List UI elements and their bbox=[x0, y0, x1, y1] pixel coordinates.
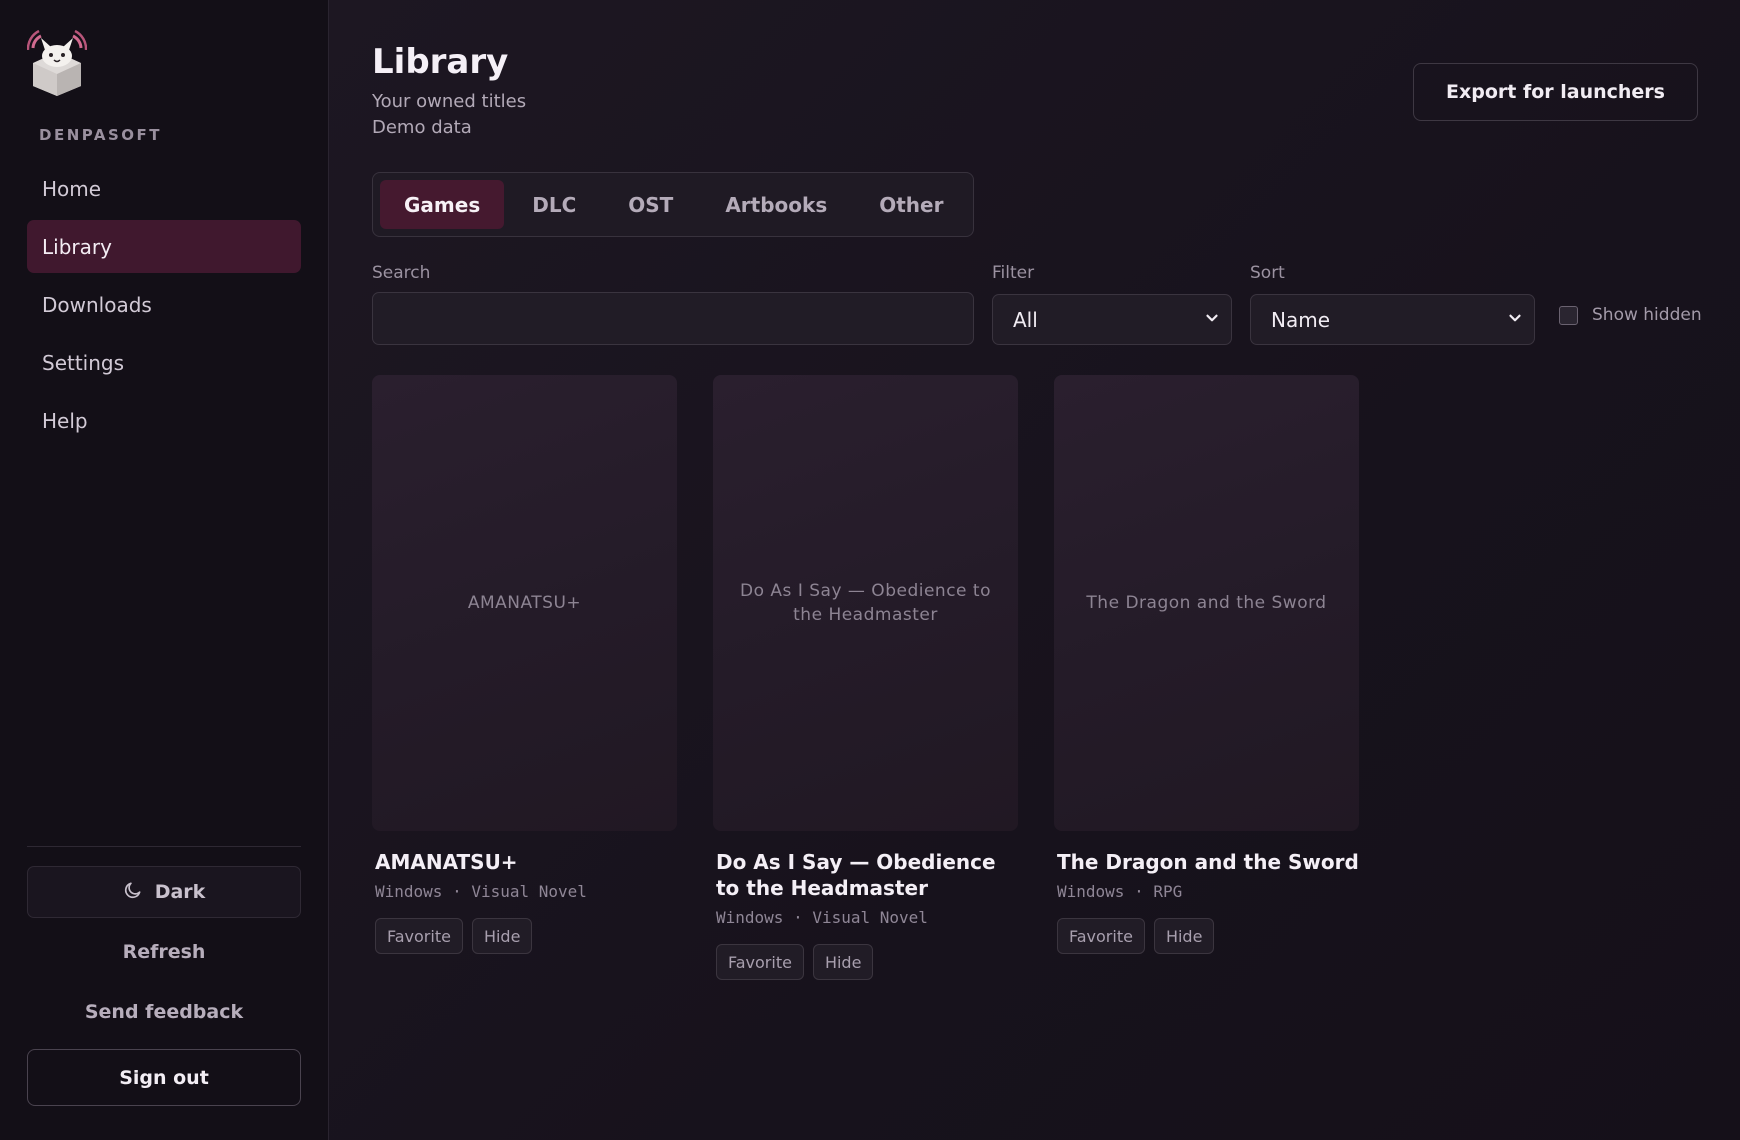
nav-item-help[interactable]: Help bbox=[27, 394, 301, 447]
game-title: AMANATSU+ bbox=[375, 850, 518, 874]
game-card: Do As I Say — Obedience to the Headmaste… bbox=[713, 375, 1018, 980]
theme-label: Dark bbox=[154, 881, 206, 903]
category-tabs: Games DLC OST Artbooks Other bbox=[372, 172, 974, 237]
filter-value: All bbox=[1013, 307, 1038, 332]
chevron-down-icon bbox=[1506, 308, 1524, 332]
main-content: Library Your owned titles Demo data Expo… bbox=[329, 0, 1740, 1140]
favorite-button[interactable]: Favorite bbox=[375, 918, 463, 954]
search-label: Search bbox=[372, 263, 431, 283]
search-input[interactable] bbox=[372, 292, 974, 345]
game-actions: Favorite Hide bbox=[716, 944, 1018, 980]
sign-out-button[interactable]: Sign out bbox=[27, 1049, 301, 1106]
tab-games[interactable]: Games bbox=[380, 180, 505, 229]
sort-select[interactable]: Name bbox=[1250, 294, 1535, 345]
game-actions: Favorite Hide bbox=[375, 918, 677, 954]
game-cover[interactable]: The Dragon and the Sword bbox=[1054, 375, 1359, 831]
game-meta: Windows · Visual Novel bbox=[375, 882, 587, 901]
game-meta: Windows · RPG bbox=[1057, 882, 1183, 901]
game-title: The Dragon and the Sword bbox=[1057, 850, 1359, 874]
tab-ost[interactable]: OST bbox=[604, 180, 697, 229]
moon-icon bbox=[123, 880, 143, 905]
tab-artbooks[interactable]: Artbooks bbox=[701, 180, 851, 229]
nav-item-library[interactable]: Library bbox=[27, 220, 301, 273]
chevron-down-icon bbox=[1203, 308, 1221, 332]
refresh-button[interactable]: Refresh bbox=[27, 932, 301, 972]
sort-value: Name bbox=[1271, 307, 1331, 332]
filter-select[interactable]: All bbox=[992, 294, 1232, 345]
game-grid: AMANATSU+ AMANATSU+ Windows · Visual Nov… bbox=[372, 375, 1359, 980]
favorite-button[interactable]: Favorite bbox=[1057, 918, 1145, 954]
sort-label: Sort bbox=[1250, 263, 1285, 283]
nav-item-home[interactable]: Home bbox=[27, 162, 301, 215]
sidebar-divider bbox=[27, 846, 301, 847]
game-title: Do As I Say — Obedience to the Headmaste… bbox=[716, 850, 996, 900]
hide-button[interactable]: Hide bbox=[812, 944, 874, 980]
denpasoft-logo-icon[interactable] bbox=[26, 29, 88, 96]
export-for-launchers-button[interactable]: Export for launchers bbox=[1413, 63, 1698, 121]
send-feedback-button[interactable]: Send feedback bbox=[27, 992, 301, 1032]
show-hidden-toggle[interactable]: Show hidden bbox=[1559, 305, 1702, 325]
game-card: The Dragon and the Sword The Dragon and … bbox=[1054, 375, 1359, 980]
sidebar: DENPASOFT Home Library Downloads Setting… bbox=[0, 0, 329, 1140]
favorite-button[interactable]: Favorite bbox=[716, 944, 804, 980]
hide-button[interactable]: Hide bbox=[1153, 918, 1215, 954]
show-hidden-checkbox[interactable] bbox=[1559, 305, 1578, 325]
demo-data-note: Demo data bbox=[372, 117, 472, 138]
theme-toggle-button[interactable]: Dark bbox=[27, 866, 301, 918]
filter-label: Filter bbox=[992, 263, 1035, 283]
tab-other[interactable]: Other bbox=[855, 180, 967, 229]
game-card: AMANATSU+ AMANATSU+ Windows · Visual Nov… bbox=[372, 375, 677, 980]
page-title: Library bbox=[372, 42, 509, 82]
nav-item-downloads[interactable]: Downloads bbox=[27, 278, 301, 331]
show-hidden-label: Show hidden bbox=[1592, 305, 1702, 325]
game-actions: Favorite Hide bbox=[1057, 918, 1359, 954]
game-cover[interactable]: AMANATSU+ bbox=[372, 375, 677, 831]
game-meta: Windows · Visual Novel bbox=[716, 908, 928, 927]
game-cover[interactable]: Do As I Say — Obedience to the Headmaste… bbox=[713, 375, 1018, 831]
hide-button[interactable]: Hide bbox=[471, 918, 533, 954]
tab-dlc[interactable]: DLC bbox=[508, 180, 600, 229]
page-subtitle: Your owned titles bbox=[372, 91, 527, 112]
brand-name: DENPASOFT bbox=[39, 126, 163, 144]
nav-item-settings[interactable]: Settings bbox=[27, 336, 301, 389]
sidebar-nav: Home Library Downloads Settings Help bbox=[27, 162, 301, 452]
